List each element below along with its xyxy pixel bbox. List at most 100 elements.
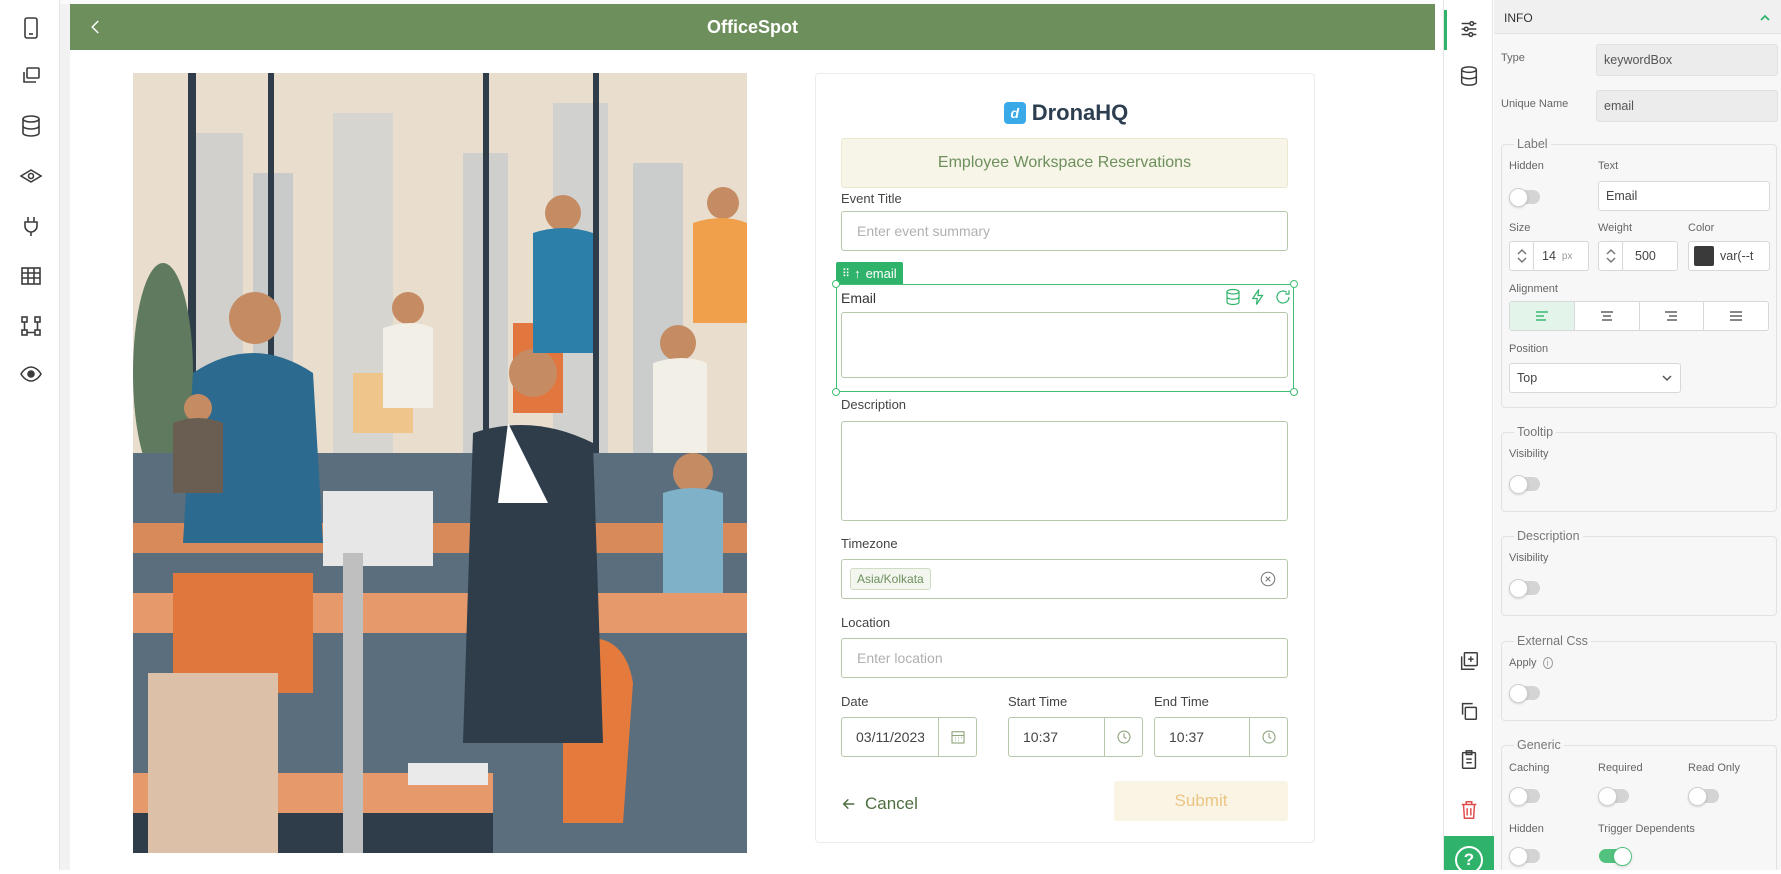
read-only-toggle[interactable] xyxy=(1688,787,1719,806)
clock-icon[interactable] xyxy=(1249,718,1287,756)
location-input[interactable] xyxy=(841,638,1288,678)
align-center-icon[interactable] xyxy=(1575,302,1640,330)
start-time-picker[interactable] xyxy=(1008,717,1143,757)
trigger-dependents-label: Trigger Dependents xyxy=(1598,823,1695,835)
label-text-input[interactable]: Email xyxy=(1598,181,1770,211)
clock-icon[interactable] xyxy=(1104,718,1142,756)
date-picker[interactable] xyxy=(841,717,977,757)
timezone-select[interactable]: Asia/Kolkata xyxy=(841,559,1288,599)
paste-icon[interactable] xyxy=(1457,748,1481,772)
calendar-icon[interactable] xyxy=(938,718,976,756)
tooltip-visibility-label: Visibility xyxy=(1509,448,1549,460)
unique-name-label: Unique Name xyxy=(1501,98,1569,110)
align-left-icon[interactable] xyxy=(1510,302,1575,330)
email-input[interactable] xyxy=(841,312,1288,378)
external-css-apply-toggle[interactable] xyxy=(1509,684,1540,703)
label-alignment-label: Alignment xyxy=(1509,283,1558,295)
resize-handle[interactable] xyxy=(1290,280,1298,288)
start-time-input[interactable] xyxy=(1009,718,1104,756)
database-icon[interactable] xyxy=(1457,64,1481,88)
dronahq-logo-icon: d xyxy=(1003,102,1026,124)
end-time-label: End Time xyxy=(1154,694,1209,709)
unique-name-value[interactable]: email xyxy=(1596,90,1778,122)
eye-layers-icon[interactable] xyxy=(17,162,45,190)
plug-icon[interactable] xyxy=(17,212,45,240)
chevron-left-icon xyxy=(91,20,99,34)
required-label: Required xyxy=(1598,762,1643,774)
generic-hidden-toggle[interactable] xyxy=(1509,847,1540,866)
label-size-stepper[interactable]: 14 px xyxy=(1509,241,1589,271)
app-title: OfficeSpot xyxy=(706,16,798,37)
align-right-icon[interactable] xyxy=(1640,302,1705,330)
add-control-icon[interactable] xyxy=(1457,649,1481,673)
date-input[interactable] xyxy=(842,718,938,756)
left-toolbar xyxy=(0,0,60,870)
type-value: keywordBox xyxy=(1596,44,1778,76)
cancel-button[interactable]: Cancel xyxy=(841,784,918,824)
clear-icon[interactable] xyxy=(1259,570,1277,588)
label-position-label: Position xyxy=(1509,343,1549,355)
caching-label: Caching xyxy=(1509,762,1550,774)
generic-group-title: Generic xyxy=(1514,738,1564,752)
info-section-header[interactable]: INFO xyxy=(1494,0,1781,34)
trigger-dependents-toggle[interactable] xyxy=(1599,847,1632,866)
sliders-icon[interactable] xyxy=(1457,17,1481,41)
chevron-up-icon[interactable] xyxy=(1759,11,1771,23)
timezone-chip[interactable]: Asia/Kolkata xyxy=(850,568,931,590)
label-color-value: var(--t xyxy=(1720,249,1754,263)
tooltip-group-title: Tooltip xyxy=(1514,425,1557,439)
refresh-icon[interactable] xyxy=(1274,288,1292,306)
info-icon[interactable]: i xyxy=(1542,657,1553,669)
generic-hidden-label: Hidden xyxy=(1509,823,1544,835)
table-icon[interactable] xyxy=(17,262,45,290)
label-position-select[interactable]: Top xyxy=(1509,363,1681,393)
workflow-icon[interactable] xyxy=(17,312,45,340)
back-button[interactable] xyxy=(84,15,108,39)
event-title-input[interactable] xyxy=(841,211,1288,251)
form-title-box: Employee Workspace Reservations xyxy=(841,138,1288,188)
database-icon[interactable] xyxy=(17,112,45,140)
description-visibility-toggle[interactable] xyxy=(1509,579,1540,598)
phone-icon[interactable] xyxy=(17,14,45,42)
align-justify-icon[interactable] xyxy=(1704,302,1768,330)
trash-icon[interactable] xyxy=(1457,798,1481,822)
label-weight-stepper[interactable]: 500 xyxy=(1598,241,1678,271)
end-time-picker[interactable] xyxy=(1154,717,1288,757)
info-section-title: INFO xyxy=(1504,11,1533,25)
color-swatch[interactable] xyxy=(1694,246,1714,266)
screens-icon[interactable] xyxy=(17,62,45,90)
preview-eye-icon[interactable] xyxy=(17,360,45,388)
required-toggle[interactable] xyxy=(1598,787,1629,806)
email-label: Email xyxy=(841,290,877,306)
selected-control-tag[interactable]: ⠿ ↑ email xyxy=(836,262,903,284)
cancel-label: Cancel xyxy=(865,794,918,813)
help-button[interactable]: ? xyxy=(1444,836,1494,874)
reservation-form: d DronaHQ Employee Workspace Reservation… xyxy=(815,73,1315,843)
resize-handle[interactable] xyxy=(1290,388,1298,396)
label-hidden-toggle[interactable] xyxy=(1509,188,1540,207)
builder-canvas: OfficeSpot d DronaHQ Employee Workspace … xyxy=(60,0,1435,870)
drag-handle-icon[interactable]: ⠿ xyxy=(842,267,850,280)
submit-button[interactable]: Submit xyxy=(1114,781,1288,821)
resize-handle[interactable] xyxy=(832,388,840,396)
caching-toggle[interactable] xyxy=(1509,787,1540,806)
generic-group: Generic Caching Required Read Only Hidde… xyxy=(1501,738,1777,870)
date-label: Date xyxy=(841,694,869,709)
stepper-arrows-icon[interactable] xyxy=(1599,242,1623,270)
copy-icon[interactable] xyxy=(1457,699,1481,723)
email-control-tools xyxy=(1224,288,1292,306)
end-time-input[interactable] xyxy=(1155,718,1249,756)
database-icon[interactable] xyxy=(1224,288,1242,306)
office-illustration xyxy=(133,73,747,853)
label-group-title: Label xyxy=(1514,137,1551,151)
label-size-label: Size xyxy=(1509,222,1531,234)
brand-name: DronaHQ xyxy=(1031,100,1129,125)
label-weight-value: 500 xyxy=(1635,249,1656,263)
description-input[interactable] xyxy=(841,421,1288,521)
active-indicator xyxy=(1444,10,1447,50)
lightning-icon[interactable] xyxy=(1249,288,1267,306)
stepper-arrows-icon[interactable] xyxy=(1510,242,1534,270)
label-size-value: 14 xyxy=(1542,249,1556,263)
label-color-picker[interactable]: var(--t xyxy=(1688,241,1770,271)
tooltip-visibility-toggle[interactable] xyxy=(1509,475,1540,494)
